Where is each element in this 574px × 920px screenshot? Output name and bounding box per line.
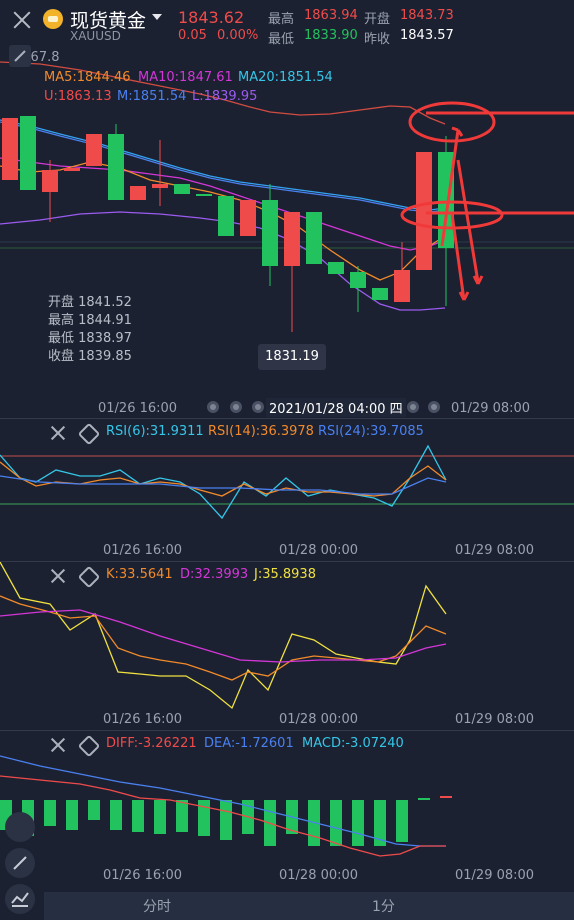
x-label: 01/28 00:00: [279, 868, 359, 883]
high-label: 最高: [268, 12, 295, 27]
price-change: 0.05: [178, 28, 207, 43]
boll-upper-label: U:1863.13: [44, 89, 112, 104]
k-line: [0, 595, 447, 681]
price-change-percent: 0.00%: [217, 28, 259, 43]
fullscreen-toggle-icon[interactable]: [8, 44, 32, 68]
x-label: 01/26 16:00: [103, 712, 183, 727]
j-line: [0, 562, 447, 710]
header: 现货黄金 XAUUSD 1843.62 0.05 0.00% 最高 1863.9…: [0, 0, 574, 47]
line-tool-icon[interactable]: [5, 884, 35, 914]
scroll-dot-icon[interactable]: [230, 401, 242, 413]
ohlc-close: 收盘 1839.85: [48, 349, 132, 364]
instrument-symbol: XAUUSD: [70, 29, 121, 43]
x-label: 01/29 08:00: [455, 712, 535, 727]
prev-close-label: 昨收: [364, 32, 391, 47]
x-label: 01/26 16:00: [103, 868, 183, 883]
crosshair-price-label: 1831.19: [258, 344, 326, 370]
tab-tick[interactable]: 分时: [143, 896, 171, 916]
x-label: 01/28 00:00: [279, 712, 359, 727]
ohlc-low: 最低 1838.97: [48, 331, 132, 346]
low-label: 最低: [268, 32, 295, 47]
x-label-start: 01/26 16:00: [98, 401, 178, 416]
ma20-label: MA20:1851.54: [238, 70, 333, 85]
boll-mid-label: M:1851.54: [117, 89, 187, 104]
macd-panel[interactable]: DIFF:-3.26221 DEA:-1.72601 MACD:-3.07240: [0, 731, 574, 891]
scroll-dot-icon[interactable]: [207, 401, 219, 413]
x-label: 01/26 16:00: [103, 543, 183, 558]
timeframe-bar: [44, 892, 574, 920]
x-label: 01/29 08:00: [455, 868, 535, 883]
low-value: 1833.90: [304, 28, 358, 43]
ma10-label: MA10:1847.61: [138, 70, 233, 85]
ohlc-high: 最高 1844.91: [48, 313, 132, 328]
chevron-down-icon[interactable]: [152, 14, 162, 20]
last-price: 1843.62: [178, 8, 245, 27]
rsi6-line: [0, 444, 447, 520]
x-label: 01/28 00:00: [279, 543, 359, 558]
pencil-draw-icon[interactable]: [5, 848, 35, 878]
high-value: 1863.94: [304, 8, 358, 23]
main-chart-panel[interactable]: 1867.8 MA5:1844.46 MA10:1847.61 MA20:185…: [0, 46, 574, 418]
open-value: 1843.73: [400, 8, 454, 23]
x-label-end: 01/29 08:00: [451, 401, 531, 416]
rsi-chart-svg: [0, 444, 574, 520]
ma5-label: MA5:1844.46: [44, 70, 131, 85]
macd-histogram: [0, 798, 430, 846]
open-label: 开盘: [364, 12, 391, 27]
rsi24-line: [0, 475, 447, 495]
boll-lower-label: L:1839.95: [192, 89, 258, 104]
ohlc-open: 开盘 1841.52: [48, 295, 132, 310]
scroll-dot-icon[interactable]: [407, 401, 419, 413]
macd-chart-svg: [0, 755, 452, 857]
prev-close-value: 1843.57: [400, 28, 454, 43]
indicator-tool-icon[interactable]: [5, 812, 35, 842]
kdj-chart-svg: [0, 562, 447, 710]
macd-histogram-positive-bar: [440, 796, 452, 798]
tab-1min[interactable]: 1分: [372, 896, 395, 916]
gold-coin-icon: [43, 9, 63, 29]
rsi-panel[interactable]: RSI(6):31.9311 RSI(14):36.3978 RSI(24):3…: [0, 419, 574, 560]
x-label: 01/29 08:00: [455, 543, 535, 558]
scroll-dot-icon[interactable]: [428, 401, 440, 413]
close-icon[interactable]: [8, 6, 36, 34]
kdj-panel[interactable]: K:33.5641 D:32.3993 J:35.8938 01/26 16:0…: [0, 562, 574, 730]
scroll-dot-icon[interactable]: [252, 401, 264, 413]
crosshair-date-label: 2021/01/28 04:00 四: [266, 398, 406, 417]
d-line: [0, 609, 447, 663]
rsi14-line: [0, 461, 447, 497]
